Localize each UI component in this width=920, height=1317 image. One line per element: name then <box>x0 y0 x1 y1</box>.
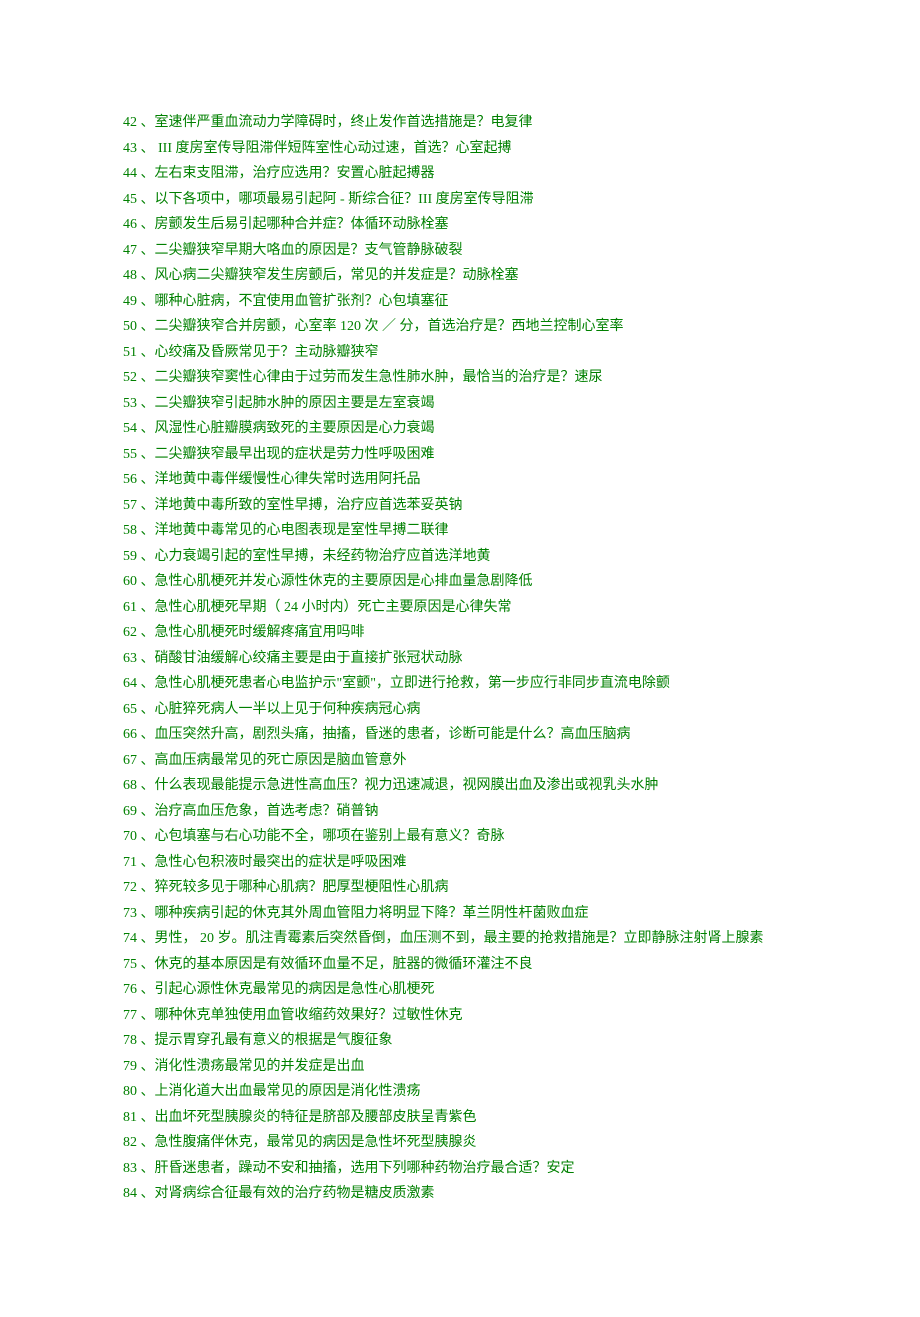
question-item: 55 、二尖瓣狭窄最早出现的症状是劳力性呼吸困难 <box>123 442 810 468</box>
question-item: 73 、哪种疾病引起的休克其外周血管阻力将明显下降？革兰阴性杆菌败血症 <box>123 901 810 927</box>
question-item: 72 、猝死较多见于哪种心肌病？肥厚型梗阻性心肌病 <box>123 875 810 901</box>
question-item: 68 、什么表现最能提示急进性高血压？视力迅速减退，视网膜出血及渗出或视乳头水肿 <box>123 773 810 799</box>
question-item: 60 、急性心肌梗死并发心源性休克的主要原因是心排血量急剧降低 <box>123 569 810 595</box>
question-item: 62 、急性心肌梗死时缓解疼痛宜用吗啡 <box>123 620 810 646</box>
question-item: 56 、洋地黄中毒伴缓慢性心律失常时选用阿托品 <box>123 467 810 493</box>
question-item: 43 、 III 度房室传导阻滞伴短阵室性心动过速，首选？心室起搏 <box>123 136 810 162</box>
question-item: 45 、以下各项中，哪项最易引起阿 - 斯综合征？III 度房室传导阻滞 <box>123 187 810 213</box>
question-item: 42 、室速伴严重血流动力学障碍时，终止发作首选措施是？电复律 <box>123 110 810 136</box>
question-item: 44 、左右束支阻滞，治疗应选用？安置心脏起搏器 <box>123 161 810 187</box>
question-item: 77 、哪种休克单独使用血管收缩药效果好？过敏性休克 <box>123 1003 810 1029</box>
question-item: 81 、出血坏死型胰腺炎的特征是脐部及腰部皮肤呈青紫色 <box>123 1105 810 1131</box>
question-item: 46 、房颤发生后易引起哪种合并症？体循环动脉栓塞 <box>123 212 810 238</box>
question-item: 57 、洋地黄中毒所致的室性早搏，治疗应首选苯妥英钠 <box>123 493 810 519</box>
question-item: 84 、对肾病综合征最有效的治疗药物是糖皮质激素 <box>123 1181 810 1207</box>
question-item: 47 、二尖瓣狭窄早期大咯血的原因是？支气管静脉破裂 <box>123 238 810 264</box>
question-item: 51 、心绞痛及昏厥常见于？主动脉瓣狭窄 <box>123 340 810 366</box>
question-item: 66 、血压突然升高，剧烈头痛，抽搐，昏迷的患者，诊断可能是什么？高血压脑病 <box>123 722 810 748</box>
question-item: 49 、哪种心脏病，不宜使用血管扩张剂？心包填塞征 <box>123 289 810 315</box>
question-item: 54 、风湿性心脏瓣膜病致死的主要原因是心力衰竭 <box>123 416 810 442</box>
question-item: 79 、消化性溃疡最常见的并发症是出血 <box>123 1054 810 1080</box>
question-item: 67 、高血压病最常见的死亡原因是脑血管意外 <box>123 748 810 774</box>
question-item: 70 、心包填塞与右心功能不全，哪项在鉴别上最有意义？奇脉 <box>123 824 810 850</box>
question-item: 63 、硝酸甘油缓解心绞痛主要是由于直接扩张冠状动脉 <box>123 646 810 672</box>
question-item: 64 、急性心肌梗死患者心电监护示"室颤"，立即进行抢救，第一步应行非同步直流电… <box>123 671 810 697</box>
question-item: 65 、心脏猝死病人一半以上见于何种疾病冠心病 <box>123 697 810 723</box>
question-item: 48 、风心病二尖瓣狭窄发生房颤后，常见的并发症是？动脉栓塞 <box>123 263 810 289</box>
question-item: 80 、上消化道大出血最常见的原因是消化性溃疡 <box>123 1079 810 1105</box>
question-item: 71 、急性心包积液时最突出的症状是呼吸困难 <box>123 850 810 876</box>
question-item: 82 、急性腹痛伴休克，最常见的病因是急性坏死型胰腺炎 <box>123 1130 810 1156</box>
question-item: 53 、二尖瓣狭窄引起肺水肿的原因主要是左室衰竭 <box>123 391 810 417</box>
question-item: 69 、治疗高血压危象，首选考虑？硝普钠 <box>123 799 810 825</box>
question-list: 42 、室速伴严重血流动力学障碍时，终止发作首选措施是？电复律43 、 III … <box>123 110 810 1207</box>
question-item: 58 、洋地黄中毒常见的心电图表现是室性早搏二联律 <box>123 518 810 544</box>
question-item: 76 、引起心源性休克最常见的病因是急性心肌梗死 <box>123 977 810 1003</box>
question-item: 59 、心力衰竭引起的室性早搏，未经药物治疗应首选洋地黄 <box>123 544 810 570</box>
question-item: 50 、二尖瓣狭窄合并房颤，心室率 120 次 ／ 分，首选治疗是？西地兰控制心… <box>123 314 810 340</box>
question-item: 78 、提示胃穿孔最有意义的根据是气腹征象 <box>123 1028 810 1054</box>
question-item: 75 、休克的基本原因是有效循环血量不足，脏器的微循环灌注不良 <box>123 952 810 978</box>
question-item: 61 、急性心肌梗死早期（ 24 小时内）死亡主要原因是心律失常 <box>123 595 810 621</box>
question-item: 52 、二尖瓣狭窄窦性心律由于过劳而发生急性肺水肿，最恰当的治疗是？速尿 <box>123 365 810 391</box>
question-item: 83 、肝昏迷患者，躁动不安和抽搐，选用下列哪种药物治疗最合适？安定 <box>123 1156 810 1182</box>
question-item: 74 、男性， 20 岁。肌注青霉素后突然昏倒，血压测不到，最主要的抢救措施是？… <box>123 926 810 952</box>
